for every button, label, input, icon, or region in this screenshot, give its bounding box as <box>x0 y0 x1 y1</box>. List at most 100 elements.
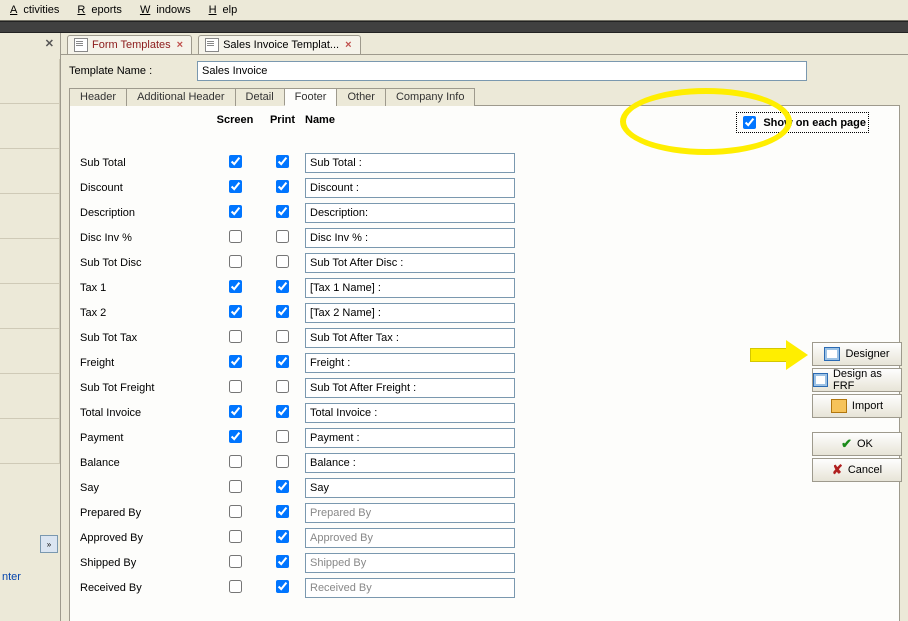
screen-checkbox[interactable] <box>229 505 242 518</box>
title-bar-strip <box>0 21 908 33</box>
cancel-button[interactable]: ✘Cancel <box>812 458 902 482</box>
print-checkbox[interactable] <box>276 230 289 243</box>
field-name-input[interactable] <box>305 428 515 448</box>
check-icon: ✔ <box>841 436 852 452</box>
template-name-input[interactable] <box>197 61 807 81</box>
screen-checkbox[interactable] <box>229 405 242 418</box>
print-checkbox[interactable] <box>276 405 289 418</box>
screen-checkbox[interactable] <box>229 330 242 343</box>
field-name-input[interactable] <box>305 203 515 223</box>
print-checkbox[interactable] <box>276 355 289 368</box>
show-on-each-page-label: Show on each page <box>763 117 866 129</box>
field-name-input[interactable] <box>305 253 515 273</box>
print-checkbox[interactable] <box>276 255 289 268</box>
print-checkbox[interactable] <box>276 305 289 318</box>
screen-checkbox[interactable] <box>229 155 242 168</box>
screen-checkbox[interactable] <box>229 180 242 193</box>
print-checkbox[interactable] <box>276 280 289 293</box>
print-checkbox[interactable] <box>276 555 289 568</box>
field-name-input[interactable] <box>305 153 515 173</box>
tab-additional-header[interactable]: Additional Header <box>126 88 235 106</box>
field-name-input[interactable] <box>305 228 515 248</box>
menu-windows[interactable]: Windows <box>134 2 203 18</box>
import-button[interactable]: Import <box>812 394 902 418</box>
field-label: Tax 1 <box>80 282 210 294</box>
left-side-panel: ✕ » nter <box>0 33 61 621</box>
menu-help[interactable]: Help <box>203 2 250 18</box>
screen-checkbox[interactable] <box>229 305 242 318</box>
show-on-each-page-checkbox[interactable] <box>743 116 756 129</box>
panel-close-icon[interactable]: ✕ <box>45 37 54 50</box>
field-label: Balance <box>80 457 210 469</box>
field-label: Sub Tot Freight <box>80 382 210 394</box>
screen-checkbox[interactable] <box>229 230 242 243</box>
document-tab[interactable]: Sales Invoice Templat...× <box>198 35 360 54</box>
tab-detail[interactable]: Detail <box>235 88 285 106</box>
field-label: Received By <box>80 582 210 594</box>
field-label: Shipped By <box>80 557 210 569</box>
folder-icon <box>831 399 847 413</box>
print-checkbox[interactable] <box>276 205 289 218</box>
screen-checkbox[interactable] <box>229 380 242 393</box>
field-label: Total Invoice <box>80 407 210 419</box>
left-link[interactable]: nter <box>2 571 21 583</box>
close-tab-icon[interactable]: × <box>343 39 353 51</box>
field-name-input[interactable] <box>305 378 515 398</box>
tab-header[interactable]: Header <box>69 88 127 106</box>
tab-company-info[interactable]: Company Info <box>385 88 475 106</box>
screen-checkbox[interactable] <box>229 255 242 268</box>
field-row: Description <box>80 200 889 225</box>
screen-checkbox[interactable] <box>229 480 242 493</box>
print-checkbox[interactable] <box>276 330 289 343</box>
field-label: Discount <box>80 182 210 194</box>
print-checkbox[interactable] <box>276 530 289 543</box>
field-row: Approved By <box>80 525 889 550</box>
field-name-input[interactable] <box>305 303 515 323</box>
field-name-input[interactable] <box>305 578 515 598</box>
field-name-input[interactable] <box>305 278 515 298</box>
print-checkbox[interactable] <box>276 430 289 443</box>
print-checkbox[interactable] <box>276 380 289 393</box>
screen-checkbox[interactable] <box>229 205 242 218</box>
print-checkbox[interactable] <box>276 580 289 593</box>
field-label: Freight <box>80 357 210 369</box>
screen-checkbox[interactable] <box>229 280 242 293</box>
field-row: Received By <box>80 575 889 600</box>
field-label: Sub Total <box>80 157 210 169</box>
field-name-input[interactable] <box>305 553 515 573</box>
field-name-input[interactable] <box>305 528 515 548</box>
screen-checkbox[interactable] <box>229 455 242 468</box>
show-on-each-page[interactable]: Show on each page <box>736 112 869 133</box>
screen-checkbox[interactable] <box>229 555 242 568</box>
print-checkbox[interactable] <box>276 505 289 518</box>
screen-checkbox[interactable] <box>229 355 242 368</box>
print-checkbox[interactable] <box>276 155 289 168</box>
design-as-frf-button[interactable]: Design as FRF <box>812 368 902 392</box>
expand-chevron-icon[interactable]: » <box>40 535 58 553</box>
field-name-input[interactable] <box>305 503 515 523</box>
field-name-input[interactable] <box>305 328 515 348</box>
menu-reports[interactable]: Reports <box>71 2 134 18</box>
field-name-input[interactable] <box>305 403 515 423</box>
col-name: Name <box>305 114 505 126</box>
field-name-input[interactable] <box>305 353 515 373</box>
document-tab[interactable]: Form Templates× <box>67 35 192 54</box>
screen-checkbox[interactable] <box>229 430 242 443</box>
print-checkbox[interactable] <box>276 180 289 193</box>
designer-button[interactable]: Designer <box>812 342 902 366</box>
field-name-input[interactable] <box>305 178 515 198</box>
field-name-input[interactable] <box>305 453 515 473</box>
tab-other[interactable]: Other <box>336 88 386 106</box>
field-name-input[interactable] <box>305 478 515 498</box>
print-checkbox[interactable] <box>276 455 289 468</box>
screen-checkbox[interactable] <box>229 530 242 543</box>
ok-button[interactable]: ✔OK <box>812 432 902 456</box>
print-checkbox[interactable] <box>276 480 289 493</box>
footer-panel: Screen Print Name Show on each page Sub … <box>69 106 900 621</box>
close-tab-icon[interactable]: × <box>175 39 185 51</box>
field-row: Say <box>80 475 889 500</box>
field-row: Payment <box>80 425 889 450</box>
screen-checkbox[interactable] <box>229 580 242 593</box>
tab-footer[interactable]: Footer <box>284 88 338 106</box>
menu-activities[interactable]: Activities <box>4 2 71 18</box>
